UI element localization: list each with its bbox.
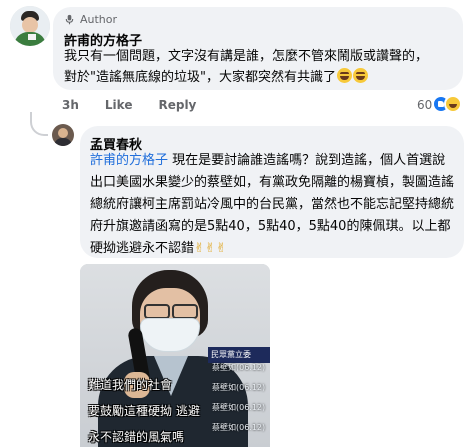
reply-text-content: 現在是要討論誰造謠嗎？說到造謠，個人首選說出口美國水果變少的蔡壁如，有黨政免隔離…	[90, 153, 455, 256]
haha-icon	[444, 95, 462, 113]
photo-subtitle-line: 要鼓勵這種硬拗 逃避	[88, 404, 200, 418]
photo-subtitle-line: 永不認錯的風氣嗎	[88, 430, 185, 444]
news-caption-row: 蔡壁如(06.12)	[212, 363, 266, 372]
avatar-face	[22, 17, 38, 33]
rofl-emoji-icon	[336, 68, 352, 83]
news-caption-row: 蔡壁如(06.12)	[212, 403, 266, 412]
like-button[interactable]: Like	[105, 98, 133, 112]
comment-text-line-2: 對於"造謠無底線的垃圾"，大家都突然有共識了	[64, 67, 456, 88]
victory-hand-emoji-icon: ✌	[194, 241, 205, 256]
reply-thread-connector	[30, 112, 48, 136]
avatar-flag	[28, 34, 36, 40]
comment-timestamp[interactable]: 3h	[62, 98, 79, 112]
news-caption-row: 蔡壁如(06.12)	[212, 423, 266, 432]
comment-text: 我只有一個問題，文字沒有講是誰，怎麼不管來鬧版或讚聲的， 對於"造謠無底線的垃圾…	[64, 46, 456, 88]
microphone-icon	[65, 14, 74, 24]
reply-button[interactable]: Reply	[158, 98, 196, 112]
author-badge-label: Author	[80, 12, 118, 26]
author-badge: Author	[64, 11, 117, 27]
mention-link[interactable]: 許甫的方格子	[90, 153, 168, 168]
avatar-face	[58, 128, 68, 138]
comment-actions: 3h Like Reply	[62, 98, 196, 112]
author-avatar[interactable]	[10, 6, 50, 46]
rofl-emoji-icon	[352, 68, 368, 83]
news-caption-header: 民眾黨立委	[211, 350, 251, 359]
reply-text: 許甫的方格子 現在是要討論誰造謠嗎？說到造謠，個人首選說出口美國水果變少的蔡壁如…	[90, 150, 458, 260]
reaction-count[interactable]: 60	[417, 98, 432, 112]
reply-attached-image[interactable]: 民眾黨立委 蔡壁如(06.12) 蔡壁如(06.12) 蔡壁如(06.12) 蔡…	[80, 264, 270, 447]
photo-glasses	[142, 304, 198, 319]
comment-text-line: 我只有一個問題，文字沒有講是誰，怎麼不管來鬧版或讚聲的，	[64, 49, 429, 64]
comment-text-line-content: 對於"造謠無底線的垃圾"，大家都突然有共識了	[64, 70, 336, 85]
reply-author-avatar[interactable]	[52, 124, 74, 146]
victory-hand-emoji-icon: ✌	[204, 241, 216, 256]
news-caption-row: 蔡壁如(06.12)	[212, 383, 266, 392]
victory-hand-emoji-icon: ✌	[215, 241, 227, 256]
reaction-icons[interactable]	[432, 95, 468, 115]
avatar-body	[54, 138, 72, 146]
photo-subtitle-line: 難道我們的社會	[88, 378, 173, 392]
